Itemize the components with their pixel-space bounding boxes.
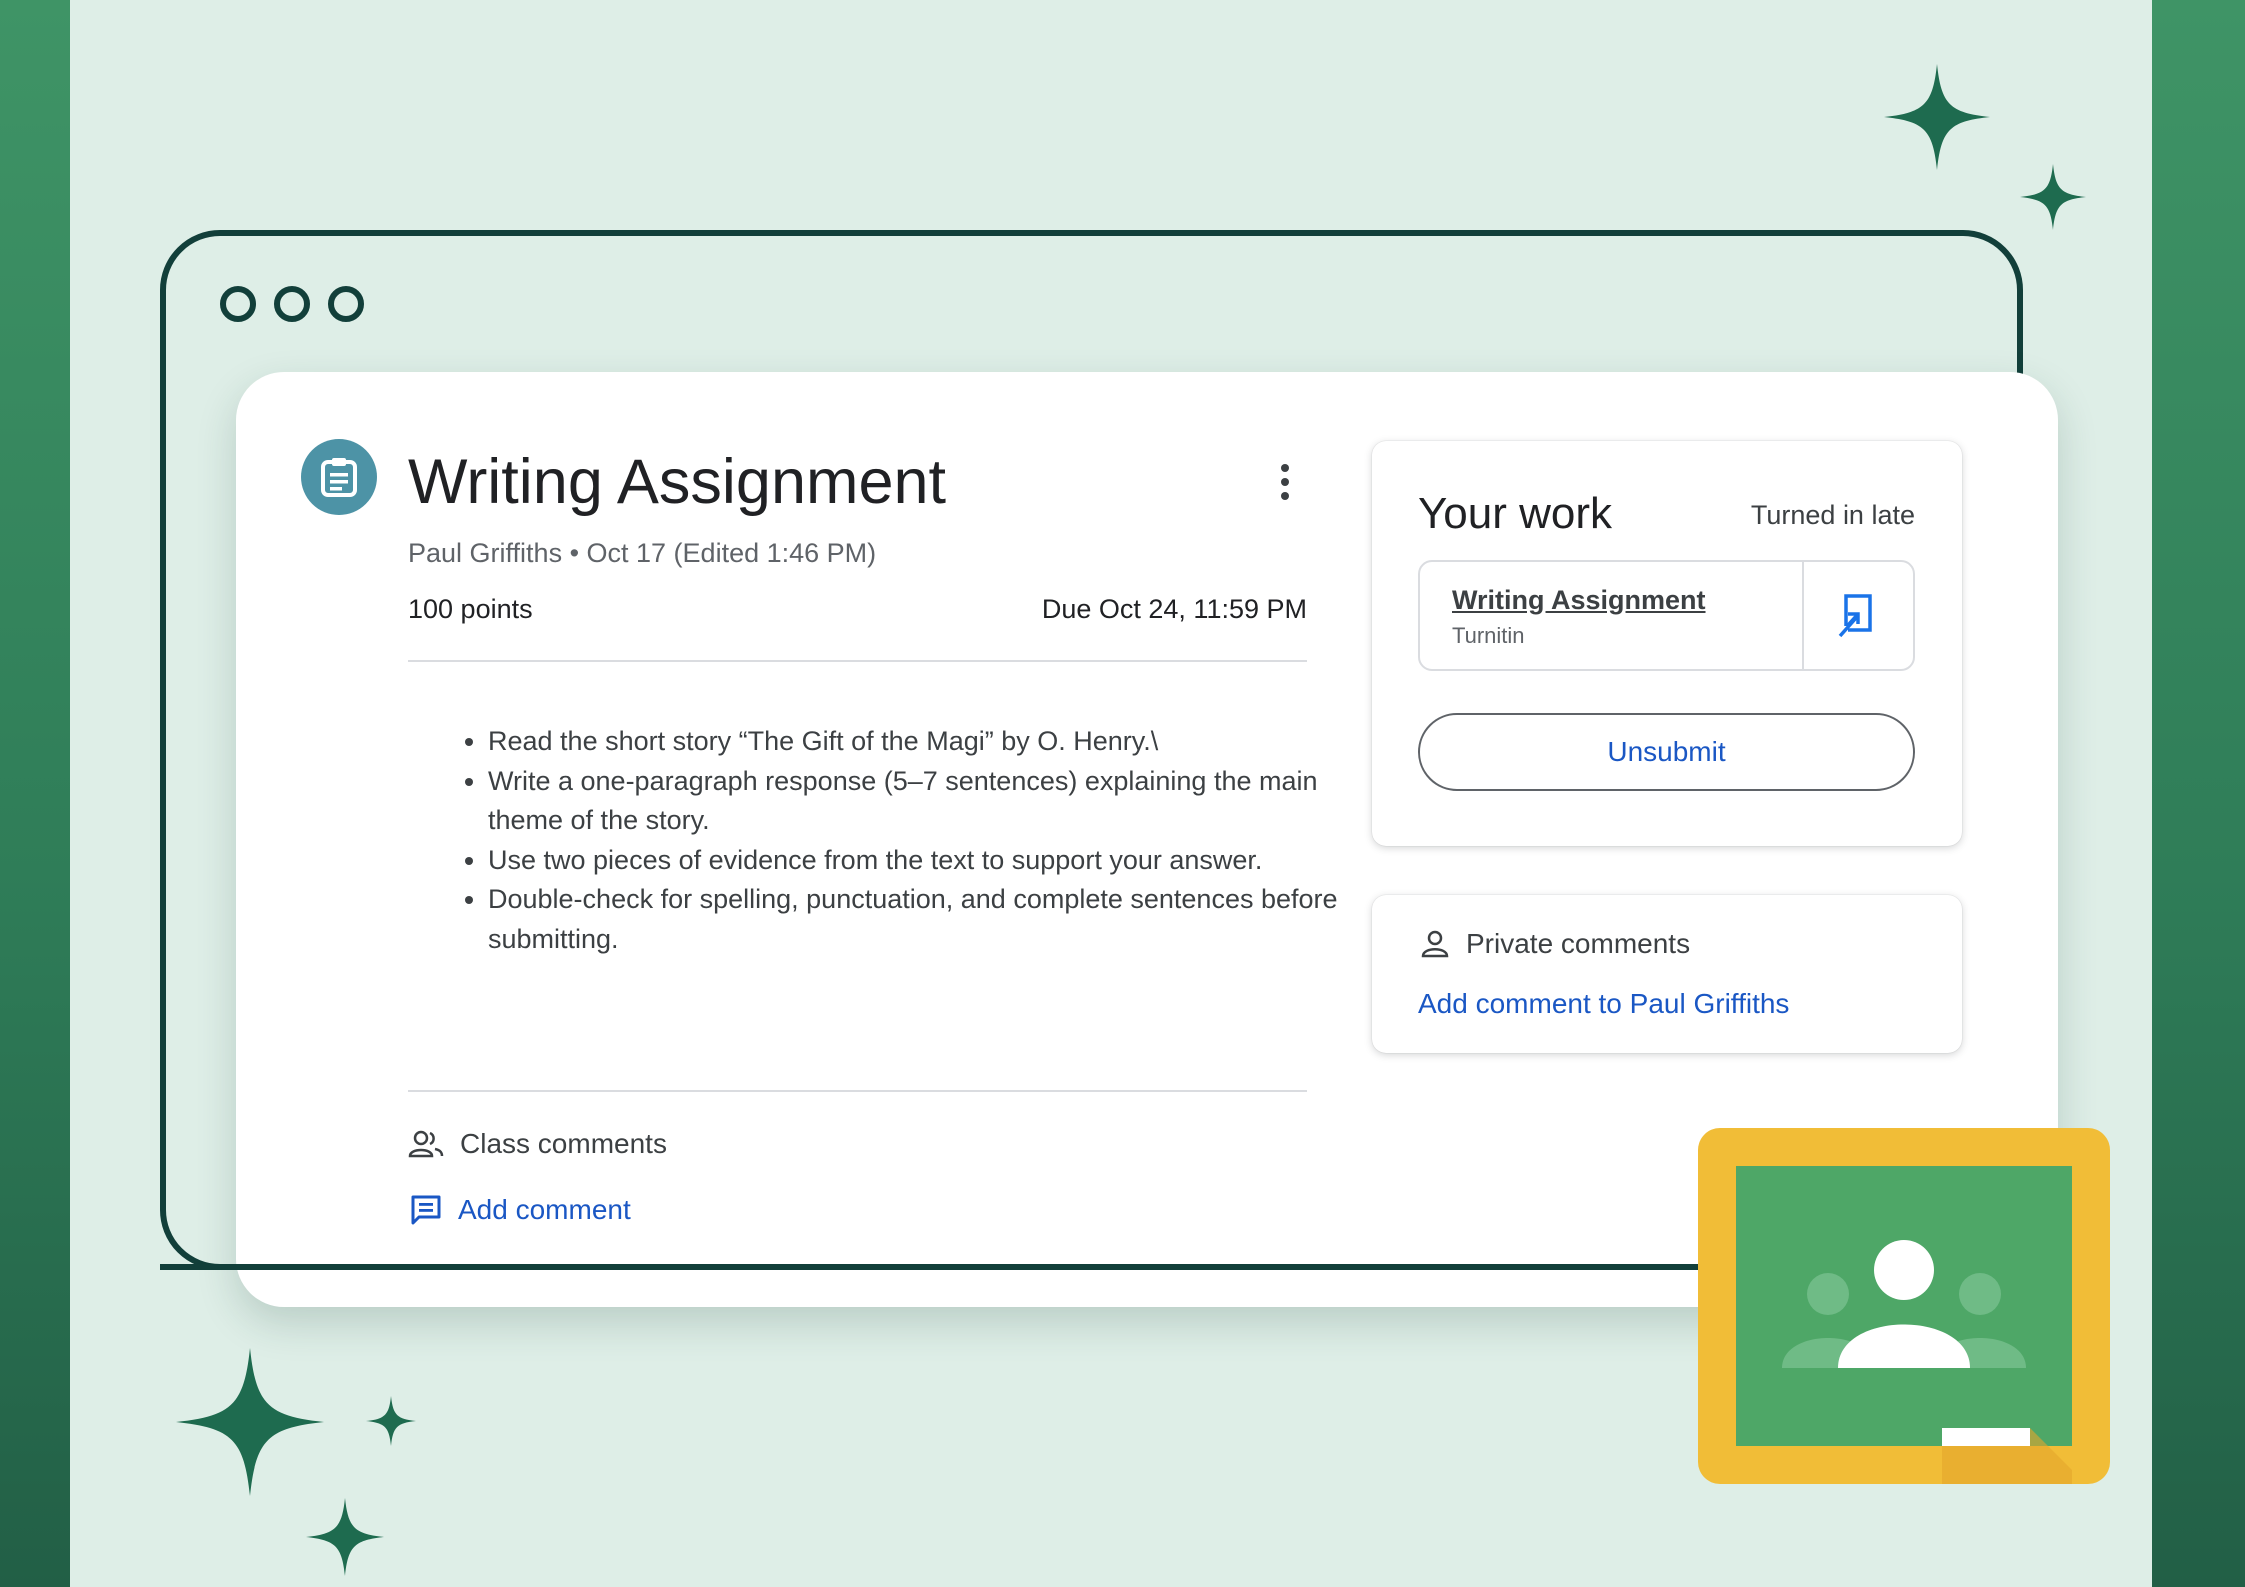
sparkle-icon (2020, 164, 2086, 230)
list-item: Read the short story “The Gift of the Ma… (488, 722, 1348, 762)
unsubmit-button[interactable]: Unsubmit (1418, 713, 1915, 791)
add-class-comment-button[interactable]: Add comment (410, 1194, 631, 1226)
add-comment-label[interactable]: Add comment (458, 1194, 631, 1226)
attachment-source: Turnitin (1452, 623, 1525, 648)
list-item: Use two pieces of evidence from the text… (488, 841, 1348, 881)
window-dot-icon (328, 286, 364, 322)
assignment-icon (301, 439, 377, 515)
assignment-title: Writing Assignment (408, 447, 947, 517)
private-comments-card (1372, 895, 1962, 1053)
people-icon (408, 1130, 444, 1158)
sparkle-icon (306, 1498, 384, 1576)
assignment-due-date: Due Oct 24, 11:59 PM (1041, 594, 1307, 624)
your-work-title: Your work (1418, 489, 1613, 538)
submission-status: Turned in late (1750, 500, 1915, 530)
comment-icon (411, 1195, 441, 1225)
class-comments-header: Class comments (408, 1128, 667, 1160)
sparkle-icon (176, 1348, 324, 1496)
list-item: Double-check for spelling, punctuation, … (488, 880, 1348, 959)
open-external-icon[interactable] (1838, 592, 1878, 638)
divider (1802, 562, 1804, 669)
more-options-icon[interactable] (1270, 464, 1300, 504)
private-comments-header: Private comments (1420, 928, 1690, 960)
person-icon (1421, 930, 1449, 958)
google-classroom-logo (1698, 1128, 2110, 1484)
window-controls (220, 286, 364, 322)
divider (408, 1090, 1307, 1092)
window-frame-bottom (160, 1264, 1870, 1270)
sparkle-icon (1884, 64, 1990, 170)
add-private-comment-link[interactable]: Add comment to Paul Griffiths (1418, 988, 1789, 1020)
window-dot-icon (220, 286, 256, 322)
private-comments-label: Private comments (1466, 928, 1691, 959)
attachment-name[interactable]: Writing Assignment (1452, 585, 1706, 616)
sparkle-icon (366, 1396, 416, 1446)
assignment-meta: Paul Griffiths • Oct 17 (Edited 1:46 PM) (408, 538, 877, 568)
instructions-list: Read the short story “The Gift of the Ma… (458, 722, 1348, 959)
assignment-points: 100 points (408, 594, 533, 624)
add-private-comment-label[interactable]: Add comment to Paul Griffiths (1418, 988, 1789, 1020)
divider (408, 660, 1307, 662)
list-item: Write a one-paragraph response (5–7 sent… (488, 762, 1348, 841)
window-dot-icon (274, 286, 310, 322)
class-comments-label: Class comments (460, 1128, 667, 1159)
